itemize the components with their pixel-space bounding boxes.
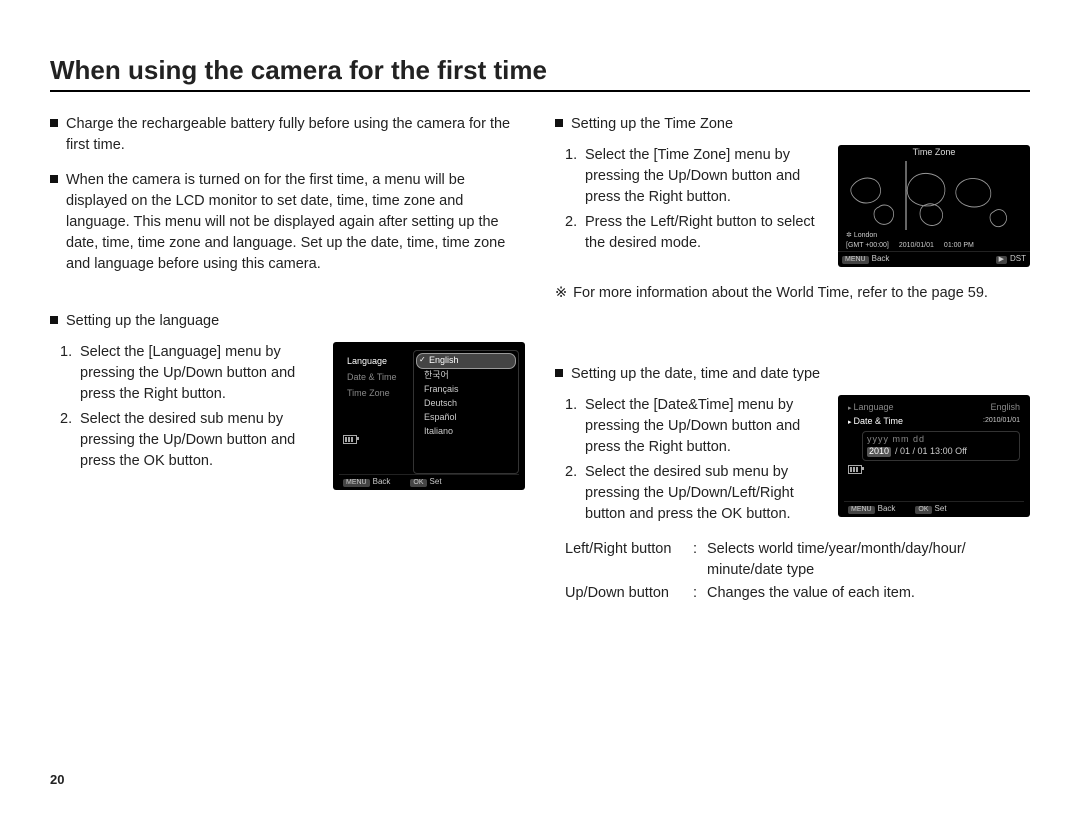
tz-title: Time Zone xyxy=(838,145,1030,161)
lang-opt-korean: 한국어 xyxy=(416,369,516,383)
tz-heading: Setting up the Time Zone xyxy=(571,114,733,135)
menu-lang: Language xyxy=(339,354,409,370)
left-column: Charge the rechargeable battery fully be… xyxy=(50,114,525,606)
tz-time: 01:00 PM xyxy=(944,242,974,250)
dt-row-dt-val: 2010/01/01 xyxy=(985,417,1020,424)
lang-opt-german: Deutsch xyxy=(416,397,516,411)
def-lr-text: Selects world time/year/month/day/hour/ … xyxy=(707,539,1030,581)
lang-opt-spanish: Español xyxy=(416,411,516,425)
tz-date: 2010/01/01 xyxy=(899,242,934,250)
dt-heading: Setting up the date, time and date type xyxy=(571,364,820,385)
menu-timezone: Time Zone xyxy=(339,386,409,402)
bullet-icon xyxy=(555,369,563,377)
dt-step-1: Select the [Date&Time] menu by pressing … xyxy=(585,395,826,458)
dt-step-2: Select the desired sub menu by pressing … xyxy=(585,462,826,525)
lang-heading: Setting up the language xyxy=(66,311,219,332)
right-column: Setting up the Time Zone 1.Select the [T… xyxy=(555,114,1030,606)
battery-icon xyxy=(343,435,357,444)
menu-btn-label: MENU xyxy=(343,479,370,487)
lcd-datetime-screenshot: Language English Date & Time :2010/01/01… xyxy=(838,395,1030,517)
dt-format: yyyy mm dd xyxy=(867,435,1015,445)
lang-opt-italian: Italiano xyxy=(416,425,516,439)
def-ud-text: Changes the value of each item. xyxy=(707,583,915,604)
lcd-language-screenshot: Language Date & Time Time Zone English 한… xyxy=(333,342,525,490)
lang-opt-english: English xyxy=(416,353,516,369)
bullet-icon xyxy=(50,316,58,324)
page-number: 20 xyxy=(50,772,64,787)
bullet-icon xyxy=(50,119,58,127)
bullet-icon xyxy=(50,175,58,183)
dt-row-lang-val: English xyxy=(990,403,1020,413)
back-label: Back xyxy=(373,477,391,486)
menu-datetime: Date & Time xyxy=(339,370,409,386)
world-map-icon xyxy=(844,161,1024,230)
lang-step-1: Select the [Language] menu by pressing t… xyxy=(80,342,321,405)
menu-btn-label: MENU xyxy=(848,506,875,514)
tz-step-2: Press the Left/Right button to select th… xyxy=(585,212,826,254)
lcd-timezone-screenshot: Time Zone xyxy=(838,145,1030,267)
page-title: When using the camera for the first time xyxy=(50,55,1030,92)
tz-city: London xyxy=(854,232,877,239)
intro-1: Charge the rechargeable battery fully be… xyxy=(66,114,525,156)
intro-2: When the camera is turned on for the fir… xyxy=(66,170,525,275)
lang-step-2: Select the desired sub menu by pressing … xyxy=(80,409,321,472)
dt-rest: / 01 / 01 13:00 Off xyxy=(895,447,967,457)
ok-btn-label: OK xyxy=(915,506,931,514)
note-marker: ※ xyxy=(555,283,567,304)
back-label: Back xyxy=(872,254,890,263)
dt-row-lang: Language xyxy=(848,403,894,413)
def-lr-label: Left/Right button xyxy=(565,539,693,581)
note-text: For more information about the World Tim… xyxy=(573,283,988,304)
tz-step-1: Select the [Time Zone] menu by pressing … xyxy=(585,145,826,208)
tz-gmt: [GMT +00:00] xyxy=(846,242,889,250)
ok-btn-label: OK xyxy=(410,479,426,487)
dt-row-dt: Date & Time xyxy=(848,417,903,427)
menu-btn-label: MENU xyxy=(842,256,869,264)
back-label: Back xyxy=(878,504,896,513)
lang-opt-french: Français xyxy=(416,383,516,397)
def-ud-label: Up/Down button xyxy=(565,583,693,604)
bullet-icon xyxy=(555,119,563,127)
set-label: Set xyxy=(935,504,947,513)
dst-label: DST xyxy=(1010,254,1026,263)
dt-year: 2010 xyxy=(867,447,891,457)
battery-icon xyxy=(848,465,862,474)
set-label: Set xyxy=(430,477,442,486)
dst-btn-label: ▶ xyxy=(996,256,1007,264)
